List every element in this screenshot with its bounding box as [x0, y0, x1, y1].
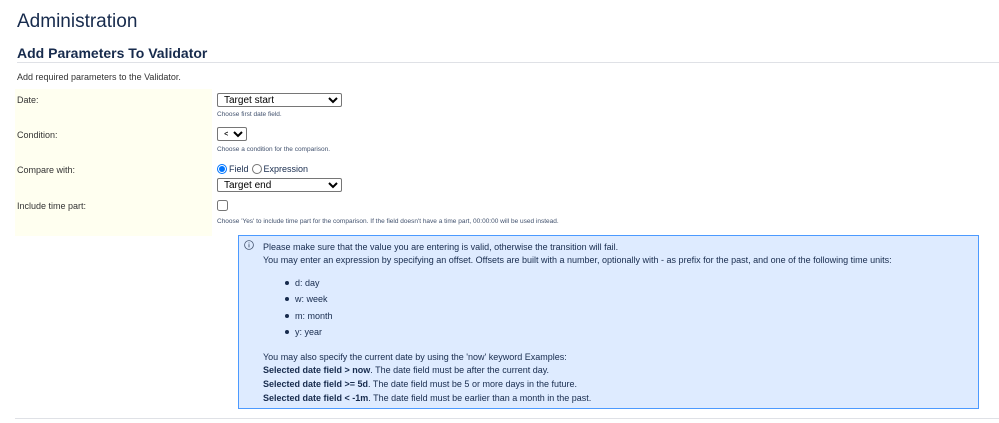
- example-explanation: . The date field must be earlier than a …: [368, 393, 592, 403]
- section-divider: [17, 62, 999, 63]
- bottom-divider: [15, 418, 999, 419]
- date-label: Date:: [17, 95, 39, 105]
- time-unit-item: m: month: [285, 310, 333, 326]
- include-time-description: Choose 'Yes' to include time part for th…: [217, 218, 559, 225]
- compare-field-select[interactable]: Target end: [217, 178, 342, 192]
- time-unit-item: y: year: [285, 326, 333, 342]
- section-intro: Add required parameters to the Validator…: [17, 72, 181, 82]
- condition-select[interactable]: <: [217, 127, 247, 141]
- example-expression: Selected date field >= 5d: [263, 379, 369, 389]
- page-title: Administration: [17, 11, 138, 32]
- example-line: Selected date field > now. The date fiel…: [263, 365, 549, 375]
- example-expression: Selected date field < -1m: [263, 393, 369, 403]
- include-time-checkbox[interactable]: [217, 200, 228, 211]
- label-column: [15, 89, 212, 236]
- field-radio-label[interactable]: Field: [229, 164, 249, 174]
- example-explanation: . The date field must be after the curre…: [370, 365, 550, 375]
- expression-radio[interactable]: [251, 164, 262, 174]
- info-now-text: You may also specify the current date by…: [263, 352, 567, 362]
- date-field-select[interactable]: Target start: [217, 93, 342, 107]
- include-time-label: Include time part:: [17, 201, 87, 211]
- example-expression: Selected date field > now: [263, 365, 371, 375]
- time-unit-item: d: day: [285, 277, 333, 293]
- field-radio[interactable]: [217, 164, 227, 174]
- date-field-description: Choose first date field.: [217, 111, 282, 118]
- condition-label: Condition:: [17, 130, 58, 140]
- compare-with-label: Compare with:: [17, 165, 76, 175]
- example-line: Selected date field >= 5d. The date fiel…: [263, 379, 577, 389]
- info-offset-text: You may enter an expression by specifyin…: [263, 255, 892, 265]
- info-warning-text: Please make sure that the value you are …: [263, 242, 619, 252]
- section-title: Add Parameters To Validator: [17, 45, 208, 61]
- info-panel: Please make sure that the value you are …: [238, 235, 979, 409]
- example-explanation: . The date field must be 5 or more days …: [368, 379, 577, 389]
- time-units-list: d: day w: week m: month y: year: [285, 277, 333, 343]
- example-line: Selected date field < -1m. The date fiel…: [263, 393, 591, 403]
- time-unit-item: w: week: [285, 293, 333, 309]
- compare-with-radio-group: Field Expression: [217, 164, 311, 174]
- condition-description: Choose a condition for the comparison.: [217, 146, 331, 153]
- info-circle-icon: [244, 240, 254, 250]
- expression-radio-label[interactable]: Expression: [264, 164, 309, 174]
